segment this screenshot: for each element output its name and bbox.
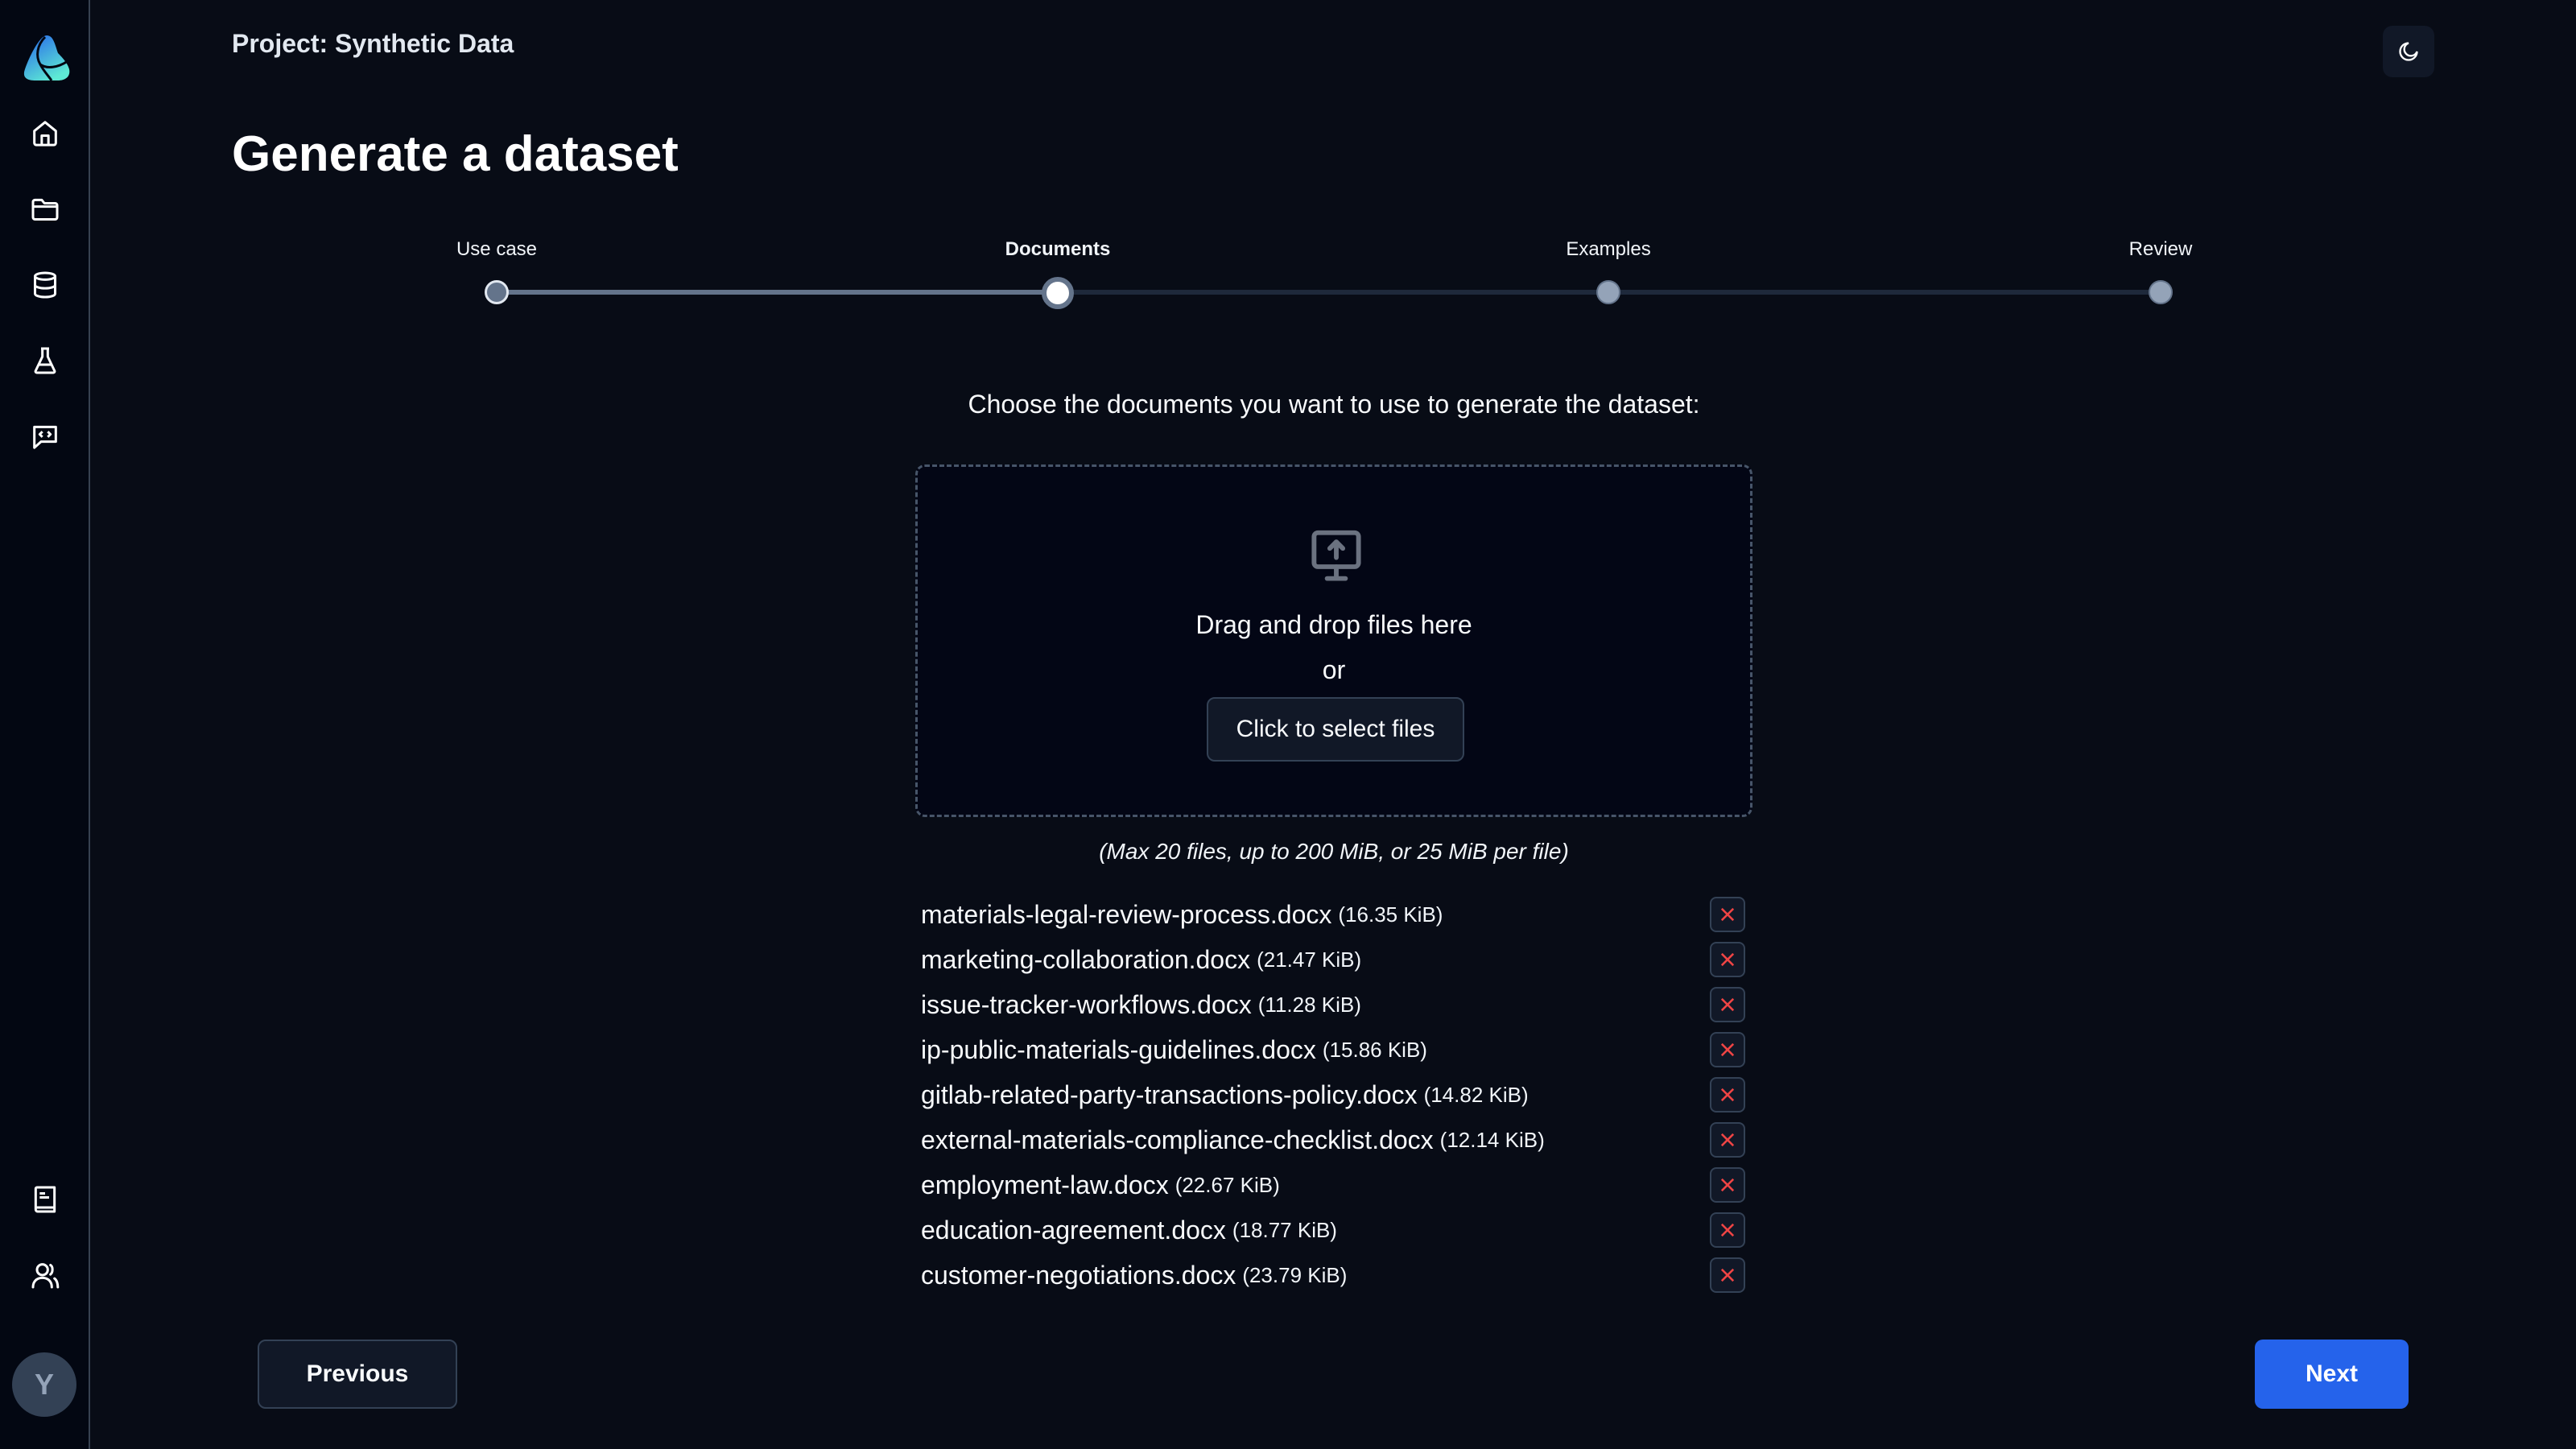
remove-file-button[interactable] <box>1710 1032 1745 1067</box>
file-name: issue-tracker-workflows.docx <box>921 989 1252 1019</box>
drag-drop-text: Drag and drop files here <box>1195 610 1472 639</box>
sidebar-item-experiments[interactable] <box>26 341 64 380</box>
select-files-button[interactable]: Click to select files <box>1207 697 1464 762</box>
remove-file-button[interactable] <box>1710 1122 1745 1158</box>
file-name: external-materials-compliance-checklist.… <box>921 1125 1434 1154</box>
stepper-track-completed <box>497 290 1058 295</box>
previous-button[interactable]: Previous <box>258 1340 457 1409</box>
file-name: marketing-collaboration.docx <box>921 944 1251 974</box>
close-icon <box>1720 1133 1735 1147</box>
file-list-item: marketing-collaboration.docx (21.47 KiB) <box>921 937 1750 982</box>
file-size: (23.79 KiB) <box>1242 1262 1348 1287</box>
file-name: materials-legal-review-process.docx <box>921 899 1332 929</box>
file-list-item: external-materials-compliance-checklist.… <box>921 1117 1750 1162</box>
close-icon <box>1720 1268 1735 1282</box>
file-list-item: issue-tracker-workflows.docx (11.28 KiB) <box>921 982 1750 1027</box>
file-list-item: ip-public-materials-guidelines.docx (15.… <box>921 1027 1750 1072</box>
close-icon <box>1720 1042 1735 1057</box>
close-icon <box>1720 1088 1735 1102</box>
step-label-use-case: Use case <box>456 238 538 260</box>
file-list-item: employment-law.docx (22.67 KiB) <box>921 1162 1750 1208</box>
step-dot-use-case[interactable] <box>485 280 509 304</box>
file-name: customer-negotiations.docx <box>921 1260 1236 1290</box>
remove-file-button[interactable] <box>1710 1212 1745 1248</box>
close-icon <box>1720 952 1735 967</box>
remove-file-button[interactable] <box>1710 1077 1745 1113</box>
users-icon <box>31 1263 60 1289</box>
step-dot-examples[interactable] <box>1596 280 1620 304</box>
file-size: (16.35 KiB) <box>1338 902 1443 927</box>
next-button[interactable]: Next <box>2255 1340 2409 1409</box>
step-dot-review[interactable] <box>2149 280 2173 304</box>
file-list-item: materials-legal-review-process.docx (16.… <box>921 892 1750 937</box>
file-size: (21.47 KiB) <box>1257 947 1362 972</box>
code-chat-icon <box>33 425 57 449</box>
file-name: education-agreement.docx <box>921 1215 1226 1245</box>
file-list-item: customer-negotiations.docx (23.79 KiB) <box>921 1253 1750 1298</box>
step-dot-documents[interactable] <box>1042 277 1074 309</box>
stepper: Use case Documents Examples Review <box>0 0 2576 322</box>
file-name: gitlab-related-party-transactions-policy… <box>921 1080 1418 1109</box>
close-icon <box>1720 997 1735 1012</box>
file-dropzone[interactable]: Drag and drop files here or Click to sel… <box>915 464 1752 817</box>
file-size: (22.67 KiB) <box>1174 1172 1280 1197</box>
file-list: materials-legal-review-process.docx (16.… <box>921 892 1750 1298</box>
remove-file-button[interactable] <box>1710 1167 1745 1203</box>
close-icon <box>1720 907 1735 922</box>
remove-file-button[interactable] <box>1710 942 1745 977</box>
file-size: (14.82 KiB) <box>1423 1082 1529 1107</box>
file-size: (12.14 KiB) <box>1439 1127 1545 1152</box>
remove-file-button[interactable] <box>1710 897 1745 932</box>
file-size: (15.86 KiB) <box>1322 1037 1427 1062</box>
remove-file-button[interactable] <box>1710 1257 1745 1293</box>
file-size: (18.77 KiB) <box>1232 1217 1337 1242</box>
sidebar-item-users[interactable] <box>26 1256 64 1294</box>
sidebar-item-prompts[interactable] <box>26 417 64 456</box>
file-list-item: education-agreement.docx (18.77 KiB) <box>921 1208 1750 1253</box>
close-icon <box>1720 1223 1735 1237</box>
flask-icon <box>34 347 56 374</box>
step-label-review: Review <box>2128 238 2193 260</box>
file-name: ip-public-materials-guidelines.docx <box>921 1034 1316 1064</box>
user-avatar[interactable]: Y <box>12 1352 76 1417</box>
step-label-examples: Examples <box>1566 238 1651 260</box>
or-text: or <box>1322 655 1346 684</box>
file-size: (11.28 KiB) <box>1257 992 1361 1017</box>
file-name: employment-law.docx <box>921 1170 1169 1199</box>
sidebar-item-documentation[interactable] <box>26 1180 64 1219</box>
step-label-documents: Documents <box>1005 238 1111 260</box>
book-icon <box>34 1186 56 1213</box>
remove-file-button[interactable] <box>1710 987 1745 1022</box>
upload-limits-text: (Max 20 files, up to 200 MiB, or 25 MiB … <box>1099 839 1569 864</box>
close-icon <box>1720 1178 1735 1192</box>
instruction-text: Choose the documents you want to use to … <box>968 390 1700 419</box>
monitor-upload-icon <box>1311 530 1361 581</box>
file-list-item: gitlab-related-party-transactions-policy… <box>921 1072 1750 1117</box>
